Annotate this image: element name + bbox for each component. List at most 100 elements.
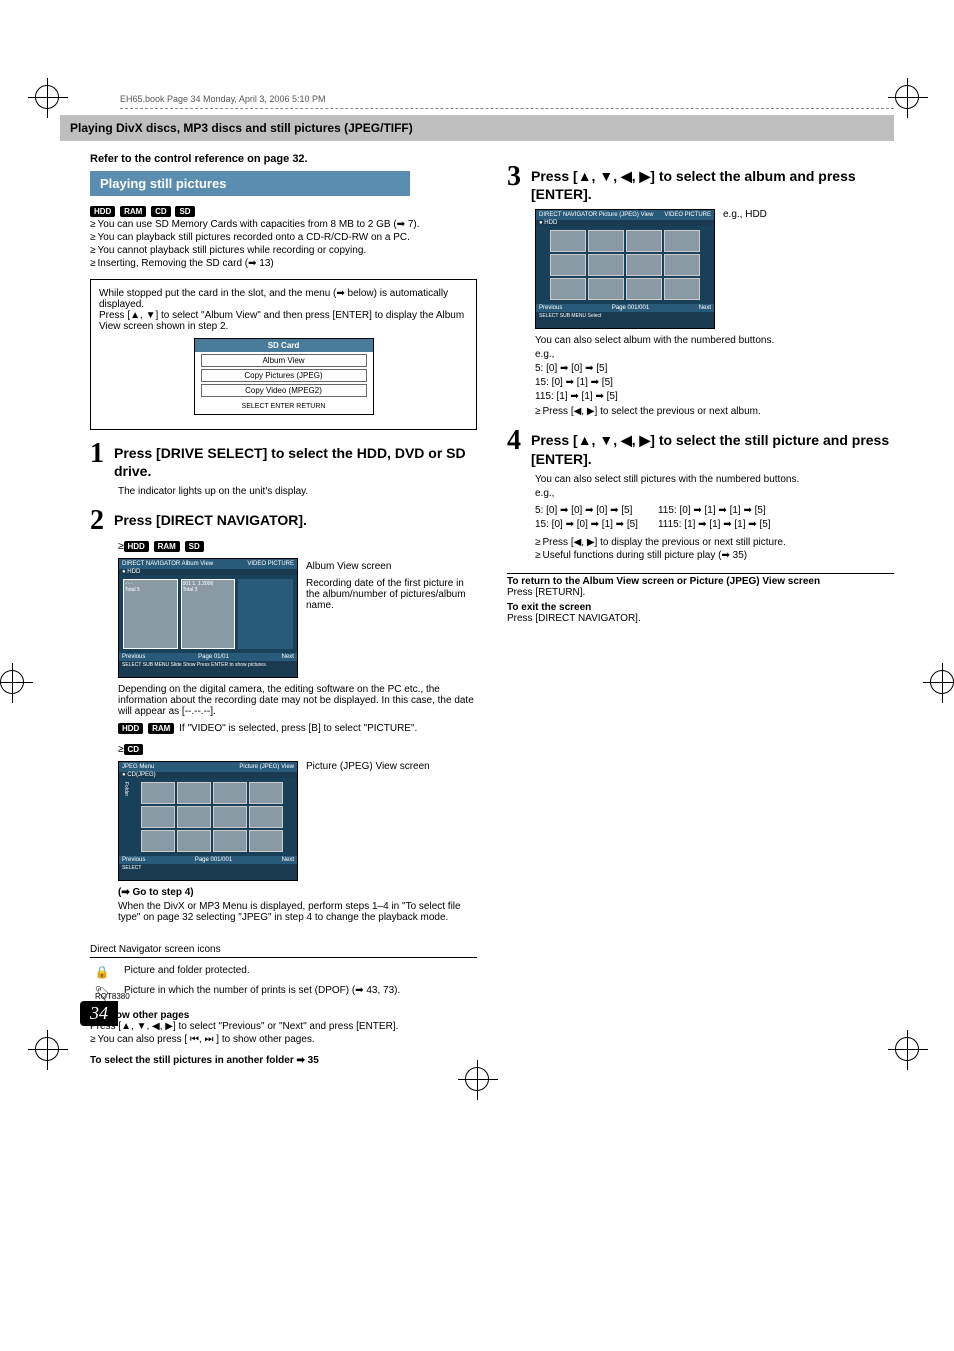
menu-copy-video[interactable]: Copy Video (MPEG2) bbox=[201, 384, 367, 397]
pic-scroll-r[interactable] bbox=[702, 230, 710, 300]
lock-icon-text: Picture and folder protected. bbox=[124, 965, 477, 976]
dpof-icon-text: Picture in which the number of prints is… bbox=[124, 985, 477, 996]
step-1-body: The indicator lights up on the unit's di… bbox=[118, 486, 477, 497]
registration-mark-tl bbox=[35, 85, 59, 109]
nav-head-right: VIDEO PICTURE bbox=[247, 561, 294, 567]
jpeg-sub: CD(JPEG) bbox=[127, 772, 155, 778]
jpeg-prev[interactable]: Previous bbox=[122, 857, 145, 863]
nav-head-left: DIRECT NAVIGATOR Album View bbox=[122, 561, 213, 567]
sd-card-menu-footer: SELECT ENTER RETURN bbox=[195, 399, 373, 414]
picture-thumb[interactable] bbox=[550, 230, 586, 252]
cd-badge-2: CD bbox=[124, 744, 144, 755]
jpeg-thumb[interactable] bbox=[177, 806, 211, 828]
goto-step-4: (➡ Go to step 4) bbox=[118, 887, 477, 898]
jpeg-thumb[interactable] bbox=[141, 782, 175, 804]
other-pages-line2: You can also press [ ⏮, ⏭ ] to show othe… bbox=[98, 1034, 315, 1045]
nav3-prev[interactable]: Previous bbox=[539, 305, 562, 311]
jpeg-next[interactable]: Next bbox=[282, 857, 294, 863]
s4-pair-1-1: 1115: [1] ➡ [1] ➡ [1] ➡ [5] bbox=[658, 519, 771, 530]
album-thumb-empty bbox=[238, 579, 293, 649]
s4-pair-0-0: 5: [0] ➡ [0] ➡ [0] ➡ [5] bbox=[535, 505, 638, 516]
step-4-bullet-2: Useful functions during still picture pl… bbox=[543, 550, 748, 561]
step-4-bullet-1: Press [◀, ▶] to display the previous or … bbox=[543, 537, 786, 548]
ram-badge-3: RAM bbox=[148, 723, 174, 734]
step-3-eg2: e.g., bbox=[535, 349, 894, 360]
return-body: Press [RETURN]. bbox=[507, 587, 894, 598]
media-badge-row: HDD RAM CD SD bbox=[90, 206, 477, 217]
sd-badge-2: SD bbox=[185, 541, 204, 552]
page-number: 34 bbox=[80, 1001, 118, 1026]
jpeg-thumb[interactable] bbox=[249, 806, 283, 828]
menu-album-view[interactable]: Album View bbox=[201, 354, 367, 367]
jpeg-thumb[interactable] bbox=[177, 830, 211, 852]
picture-thumb[interactable] bbox=[626, 254, 662, 276]
album-thumb-1[interactable]: - - -Total 5 bbox=[123, 579, 178, 649]
jpeg-foot-hint: SELECT bbox=[119, 864, 297, 872]
direct-navigator-picture-view: DIRECT NAVIGATOR Picture (JPEG) View VID… bbox=[535, 209, 715, 329]
menu-copy-pictures[interactable]: Copy Pictures (JPEG) bbox=[201, 369, 367, 382]
step-3-line-b: 15: [0] ➡ [1] ➡ [5] bbox=[535, 377, 894, 388]
jpeg-thumb[interactable] bbox=[213, 782, 247, 804]
sd-card-menu-title: SD Card bbox=[195, 339, 373, 352]
nav-prev[interactable]: Previous bbox=[122, 654, 145, 660]
jpeg-scroll[interactable] bbox=[285, 782, 293, 852]
nav-foot-hint: SELECT SUB MENU Slide Show Press ENTER t… bbox=[119, 661, 297, 669]
divx-note: When the DivX or MP3 Menu is displayed, … bbox=[118, 901, 477, 923]
s4-pair-1-0: 15: [0] ➡ [0] ➡ [1] ➡ [5] bbox=[535, 519, 638, 530]
callout-line2: Press [▲, ▼] to select "Album View" and … bbox=[99, 310, 468, 332]
folder-tab[interactable]: Folder bbox=[123, 782, 139, 852]
other-pages-heading: To show other pages bbox=[90, 1010, 477, 1021]
registration-mark-mr bbox=[930, 670, 954, 694]
nav3-next[interactable]: Next bbox=[699, 305, 711, 311]
jpeg-thumb[interactable] bbox=[141, 806, 175, 828]
jpeg-thumb[interactable] bbox=[141, 830, 175, 852]
picture-thumb[interactable] bbox=[550, 254, 586, 276]
jpeg-thumb[interactable] bbox=[177, 782, 211, 804]
picture-thumb[interactable] bbox=[588, 254, 624, 276]
sd-card-menu: SD Card Album View Copy Pictures (JPEG) … bbox=[194, 338, 374, 415]
intro-bullet-1: You can use SD Memory Cards with capacit… bbox=[98, 219, 420, 230]
jpeg-thumb[interactable] bbox=[249, 782, 283, 804]
rqt-code: RQT8380 bbox=[95, 992, 130, 1001]
nav3-head-right: VIDEO PICTURE bbox=[664, 212, 711, 218]
s4-pair-0-1: 115: [0] ➡ [1] ➡ [1] ➡ [5] bbox=[658, 505, 771, 516]
step-4-title: Press [▲, ▼, ◀, ▶] to select the still p… bbox=[531, 431, 894, 467]
direct-navigator-album-view: DIRECT NAVIGATOR Album View VIDEO PICTUR… bbox=[118, 558, 298, 678]
hdd-badge-3: HDD bbox=[118, 723, 143, 734]
jpeg-thumb[interactable] bbox=[249, 830, 283, 852]
picture-thumb[interactable] bbox=[626, 230, 662, 252]
registration-mark-bl bbox=[35, 1037, 59, 1061]
picture-thumb[interactable] bbox=[664, 254, 700, 276]
picture-thumb[interactable] bbox=[550, 278, 586, 300]
nav-next[interactable]: Next bbox=[282, 654, 294, 660]
registration-mark-br bbox=[895, 1037, 919, 1061]
picture-thumb[interactable] bbox=[626, 278, 662, 300]
cd-badge: CD bbox=[151, 206, 171, 217]
picture-thumb[interactable] bbox=[588, 230, 624, 252]
picture-thumb[interactable] bbox=[664, 278, 700, 300]
jpeg-thumb[interactable] bbox=[213, 830, 247, 852]
picture-thumb[interactable] bbox=[664, 230, 700, 252]
pic-scroll-l[interactable] bbox=[540, 230, 548, 300]
playing-still-pictures-header: Playing still pictures bbox=[90, 171, 410, 196]
exit-body: Press [DIRECT NAVIGATOR]. bbox=[507, 613, 894, 624]
icons-title: Direct Navigator screen icons bbox=[90, 944, 477, 955]
nav-hdd-label: HDD bbox=[127, 569, 140, 575]
video-note-text: If "VIDEO" is selected, press [B] to sel… bbox=[179, 723, 417, 734]
step-2-badges: ≥HDD RAM SD bbox=[118, 541, 477, 552]
hdd-badge: HDD bbox=[90, 206, 115, 217]
book-header: EH65.book Page 34 Monday, April 3, 2006 … bbox=[120, 90, 894, 109]
exit-heading: To exit the screen bbox=[507, 602, 894, 613]
picture-thumb[interactable] bbox=[588, 278, 624, 300]
nav3-page: Page 001/001 bbox=[612, 305, 649, 311]
ram-badge: RAM bbox=[120, 206, 146, 217]
album-view-caption-body: Recording date of the first picture in t… bbox=[306, 578, 477, 611]
step-3-bullet: Press [◀, ▶] to select the previous or n… bbox=[543, 406, 761, 417]
album-view-caption-title: Album View screen bbox=[306, 561, 477, 572]
jpeg-thumb[interactable] bbox=[213, 806, 247, 828]
album-thumb-2[interactable]: 001 1. 1.2006Total 3 bbox=[181, 579, 236, 649]
jpeg-page: Page 001/001 bbox=[195, 857, 232, 863]
depending-note: Depending on the digital camera, the edi… bbox=[118, 684, 477, 717]
nav3-hdd-label: HDD bbox=[544, 220, 557, 226]
nav3-foot-hint: SELECT SUB MENU Select bbox=[536, 312, 714, 320]
